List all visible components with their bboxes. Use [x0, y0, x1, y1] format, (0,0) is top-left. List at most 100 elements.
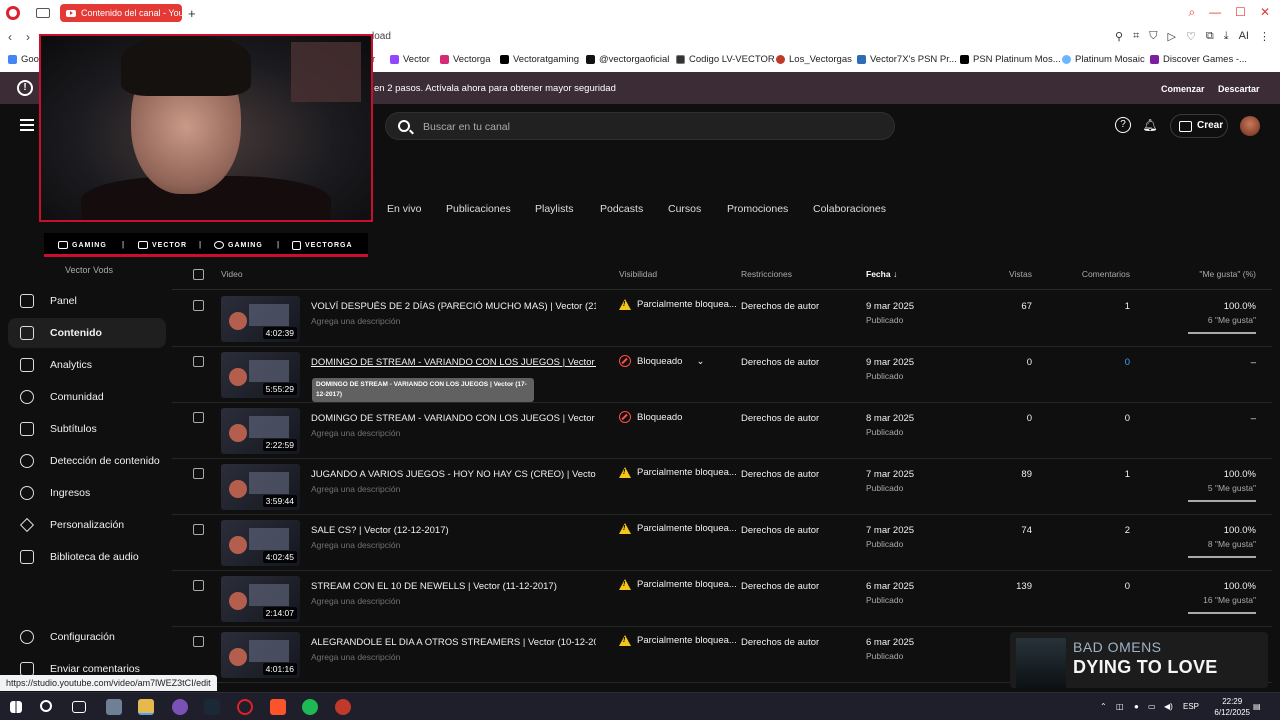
table-row[interactable]: 4:02:45 SALE CS? | Vector (12-12-2017) Agr… [172, 515, 1272, 571]
maximize-button[interactable]: ☐ [1235, 5, 1246, 20]
row-checkbox[interactable] [193, 356, 204, 367]
video-thumbnail[interactable]: 3:59:44 [221, 464, 300, 510]
download-icon[interactable]: ⤓ [1224, 30, 1229, 43]
video-title[interactable]: SALE CS? | Vector (12-12-2017) [311, 525, 596, 536]
windows-start-icon[interactable] [10, 701, 22, 713]
visibility-status[interactable]: Parcialmente bloquea... [619, 523, 737, 534]
restriction-label[interactable]: Derechos de autor [741, 357, 819, 368]
bookmark[interactable]: Goo [8, 54, 39, 65]
sidebar-item-earn[interactable]: Ingresos [8, 478, 166, 508]
video-title[interactable]: DOMINGO DE STREAM - VARIANDO CON LOS JUE… [311, 357, 596, 368]
restriction-label[interactable]: Derechos de autor [741, 637, 819, 648]
bookmark[interactable]: Platinum Mosaic [1062, 54, 1145, 65]
bookmark[interactable]: Discover Games -... [1150, 54, 1247, 65]
dismiss-button[interactable]: Descartar [1210, 80, 1268, 98]
video-thumbnail[interactable]: 5:55:29 [221, 352, 300, 398]
network-icon[interactable]: ▭ [1148, 702, 1156, 711]
url-text[interactable]: load [372, 31, 391, 42]
tab-live[interactable]: En vivo [387, 203, 421, 215]
video-title[interactable]: VOLVÍ DESPUÉS DE 2 DÍAS (PARECIÓ MUCHO M… [311, 301, 596, 312]
comments-count[interactable]: 2 [1032, 525, 1130, 536]
comments-count[interactable]: 0 [1032, 581, 1130, 592]
bookmark[interactable]: Vector7X's PSN Pr... [857, 54, 957, 65]
video-description[interactable]: Agrega una descripción [311, 652, 400, 662]
play-icon[interactable]: ▷ [1168, 30, 1176, 43]
restriction-label[interactable]: Derechos de autor [741, 301, 819, 312]
browser-tab-active[interactable]: Contenido del canal - You [60, 4, 182, 22]
sidebar-item-audio-library[interactable]: Biblioteca de audio [8, 542, 166, 572]
bookmark[interactable]: Los_Vectorgas [776, 54, 852, 65]
minimize-button[interactable]: — [1209, 5, 1221, 20]
comments-count[interactable]: 0 [1032, 357, 1130, 368]
back-icon[interactable]: ‹ [8, 30, 12, 44]
row-checkbox[interactable] [193, 300, 204, 311]
video-description[interactable]: Agrega una descripción [311, 316, 400, 326]
tab-promotions[interactable]: Promociones [727, 203, 788, 215]
video-description[interactable]: Agrega una descripción [311, 596, 400, 606]
language-indicator[interactable]: ESP [1183, 702, 1199, 711]
row-checkbox[interactable] [193, 524, 204, 535]
video-thumbnail[interactable]: 4:02:45 [221, 520, 300, 566]
video-title[interactable]: DOMINGO DE STREAM - VARIANDO CON LOS JUE… [311, 413, 596, 424]
start-button[interactable]: Comenzar [1153, 80, 1213, 98]
visibility-status[interactable]: Parcialmente bloquea... [619, 299, 737, 310]
tab-collaborations[interactable]: Colaboraciones [813, 203, 886, 215]
col-likes[interactable]: "Me gusta" (%) [1152, 269, 1256, 279]
tab-podcasts[interactable]: Podcasts [600, 203, 643, 215]
table-row[interactable]: 3:59:44 JUGANDO A VARIOS JUEGOS - HOY NO … [172, 459, 1272, 515]
tab-overview-icon[interactable] [36, 8, 50, 18]
avatar[interactable] [1240, 116, 1260, 136]
microphone-icon[interactable]: ● [1134, 702, 1139, 711]
col-views[interactable]: Vistas [932, 269, 1032, 279]
video-description[interactable]: Agrega una descripción [311, 428, 400, 438]
opera-logo-icon[interactable] [6, 6, 20, 20]
pin-icon[interactable]: ⚲ [1115, 30, 1123, 43]
sidebar-item-dashboard[interactable]: Panel [8, 286, 166, 316]
bookmark[interactable]: Vectoratgaming [500, 54, 579, 65]
sidebar-item-community[interactable]: Comunidad [8, 382, 166, 412]
col-date[interactable]: Fecha ↓ [866, 269, 897, 279]
task-view-icon[interactable] [72, 701, 86, 713]
volume-icon[interactable]: ◀) [1164, 702, 1173, 711]
tab-posts[interactable]: Publicaciones [446, 203, 511, 215]
bookmark[interactable]: PSN Platinum Mos... [960, 54, 1061, 65]
steam-icon[interactable] [204, 699, 220, 715]
bookmark[interactable]: Vector [390, 54, 430, 65]
bell-icon[interactable]: 🔔︎ [1142, 117, 1158, 133]
video-description[interactable]: Agrega una descripción [311, 540, 400, 550]
visibility-status[interactable]: Bloqueado ⌄ [619, 355, 704, 367]
app-icon[interactable] [172, 699, 188, 715]
create-button[interactable]: Crear [1170, 114, 1228, 138]
col-restrictions[interactable]: Restricciones [741, 269, 792, 279]
app-icon[interactable] [106, 699, 122, 715]
forward-icon[interactable]: › [26, 30, 30, 44]
table-row[interactable]: 2:22:59 DOMINGO DE STREAM - VARIANDO CON … [172, 403, 1272, 459]
select-all-checkbox[interactable] [193, 269, 204, 280]
video-thumbnail[interactable]: 2:14:07 [221, 576, 300, 622]
visibility-status[interactable]: Bloqueado [619, 411, 682, 423]
row-checkbox[interactable] [193, 580, 204, 591]
comments-count[interactable]: 1 [1032, 469, 1130, 480]
video-title[interactable]: STREAM CON EL 10 DE NEWELLS | Vector (11… [311, 581, 596, 592]
help-icon[interactable]: ? [1115, 117, 1131, 133]
video-thumbnail[interactable]: 4:02:39 [221, 296, 300, 342]
comments-count[interactable]: 0 [1032, 413, 1130, 424]
clock[interactable]: 22:29 6/12/2025 [1214, 696, 1250, 718]
tab-courses[interactable]: Cursos [668, 203, 701, 215]
table-row[interactable]: 4:02:39 VOLVÍ DESPUÉS DE 2 DÍAS (PARECIÓ … [172, 291, 1272, 347]
tray-chevron-icon[interactable]: ⌃ [1100, 702, 1107, 711]
visibility-status[interactable]: Parcialmente bloquea... [619, 579, 737, 590]
sidebar-item-customization[interactable]: Personalización [8, 510, 166, 540]
notifications-icon[interactable]: ▤ [1253, 702, 1261, 711]
restriction-label[interactable]: Derechos de autor [741, 469, 819, 480]
video-thumbnail[interactable]: 2:22:59 [221, 408, 300, 454]
bookmark[interactable]: Codigo LV-VECTOR [676, 54, 775, 65]
tray-app-icon[interactable]: ◫ [1116, 702, 1124, 711]
close-button[interactable]: ✕ [1260, 5, 1270, 20]
bookmark[interactable]: Vectorga [440, 54, 491, 65]
video-description[interactable]: Agrega una descripción [311, 484, 400, 494]
row-checkbox[interactable] [193, 636, 204, 647]
table-row[interactable]: 2:14:07 STREAM CON EL 10 DE NEWELLS | Vec… [172, 571, 1272, 627]
bookmark[interactable]: @vectorgaoficial [586, 54, 669, 65]
extensions-icon[interactable]: ⧉ [1206, 30, 1214, 43]
